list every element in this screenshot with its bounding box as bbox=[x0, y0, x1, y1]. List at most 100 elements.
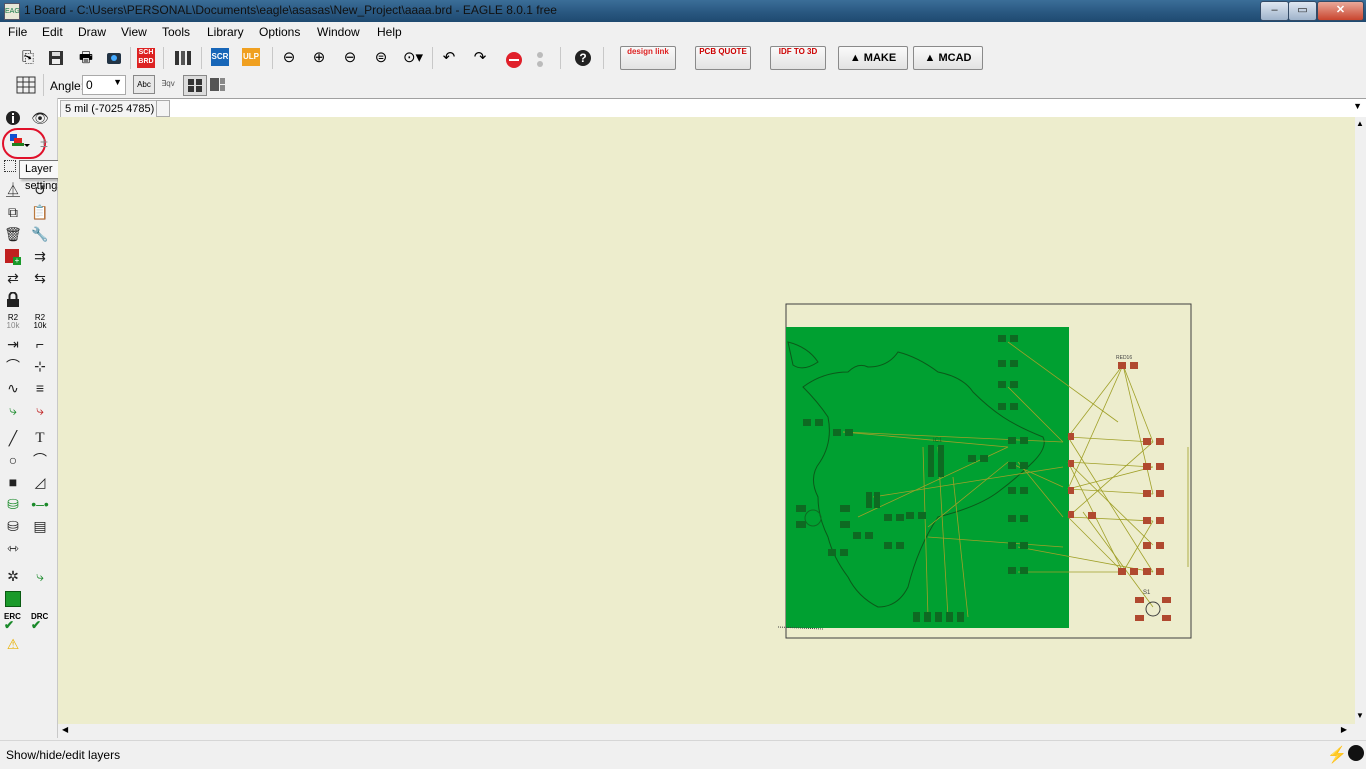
text-orientation-button[interactable]: Abc bbox=[133, 75, 155, 94]
copy-icon[interactable]: ⧉ bbox=[3, 202, 23, 222]
ulp-icon[interactable]: ULP bbox=[242, 48, 260, 66]
via-icon[interactable]: ⛁ bbox=[3, 494, 23, 514]
menu-options[interactable]: Options bbox=[259, 25, 300, 39]
go-icon[interactable] bbox=[537, 52, 543, 68]
redo-icon[interactable]: ↷ bbox=[468, 47, 492, 69]
cam-icon[interactable] bbox=[102, 47, 126, 69]
menu-view[interactable]: View bbox=[121, 25, 147, 39]
design-link-button[interactable]: design link bbox=[620, 46, 676, 70]
idf-to-3d-button[interactable]: IDF TO 3D bbox=[770, 46, 826, 70]
chevron-left-icon[interactable]: ◀ bbox=[62, 725, 68, 734]
open-icon[interactable]: ⎘ bbox=[16, 47, 40, 69]
info-icon[interactable] bbox=[3, 108, 23, 128]
erc-icon[interactable]: ERC ✔ bbox=[4, 612, 21, 631]
add-part-icon[interactable]: + bbox=[5, 249, 21, 265]
menu-file[interactable]: File bbox=[8, 25, 27, 39]
schematic-board-switch-icon[interactable]: SCH BRD bbox=[137, 48, 155, 68]
save-icon[interactable] bbox=[44, 47, 68, 69]
board-canvas[interactable]: S1 IC1 RED16 bbox=[58, 117, 1355, 724]
text-icon[interactable]: T bbox=[30, 428, 50, 448]
menu-library[interactable]: Library bbox=[207, 25, 244, 39]
value-icon[interactable]: R2 10k bbox=[32, 314, 48, 330]
wrench-icon[interactable]: 🔧 bbox=[30, 224, 50, 244]
zoom-fit-icon[interactable]: ⊖ bbox=[277, 47, 301, 69]
rectangle-icon[interactable]: ■ bbox=[3, 472, 23, 492]
menu-tools[interactable]: Tools bbox=[162, 25, 190, 39]
pcb-quote-button[interactable]: PCB QUOTE bbox=[695, 46, 751, 70]
layout-single-icon[interactable] bbox=[183, 75, 207, 96]
menu-draw[interactable]: Draw bbox=[78, 25, 106, 39]
help-icon[interactable]: ? bbox=[575, 50, 591, 66]
select-icon[interactable] bbox=[4, 160, 16, 172]
vertical-scrollbar[interactable]: ▲ ▼ bbox=[1355, 117, 1366, 724]
dimension-icon[interactable]: ⇿ bbox=[3, 538, 23, 558]
delete-icon[interactable]: 🗑 bbox=[3, 224, 23, 244]
gate-swap-icon[interactable]: ⇆ bbox=[30, 268, 50, 288]
make-button[interactable]: ▲ MAKE bbox=[838, 46, 908, 70]
stop-command-icon[interactable] bbox=[1348, 745, 1364, 761]
layer-settings-icon[interactable] bbox=[8, 132, 30, 150]
angle-value: 0 bbox=[86, 78, 93, 92]
meander-icon[interactable]: ∿ bbox=[3, 378, 23, 398]
chevron-up-icon[interactable]: ▲ bbox=[1356, 119, 1364, 128]
lightning-icon[interactable]: ⚡ bbox=[1327, 745, 1347, 765]
zoom-in-icon[interactable]: ⊕ bbox=[307, 47, 331, 69]
paste-icon[interactable]: 📋 bbox=[30, 202, 50, 222]
command-history-button[interactable] bbox=[156, 100, 170, 117]
mark-icon[interactable]: ± bbox=[34, 132, 54, 152]
grid-icon[interactable] bbox=[16, 76, 36, 94]
ripup-icon[interactable]: ⤷ bbox=[30, 400, 50, 420]
swap-icon[interactable]: ⇄ bbox=[3, 268, 23, 288]
angle-select[interactable]: 0 ▼ bbox=[82, 75, 126, 95]
maximize-button[interactable]: ▭ bbox=[1288, 1, 1317, 21]
eye-icon[interactable]: 👁 bbox=[30, 108, 50, 128]
chevron-right-icon[interactable]: ▶ bbox=[1341, 725, 1347, 734]
zoom-redraw-icon[interactable]: ⊜ bbox=[369, 47, 393, 69]
split-icon[interactable]: ⌒ bbox=[3, 356, 23, 376]
miter-icon[interactable]: ⌐ bbox=[30, 334, 50, 354]
stop-icon[interactable] bbox=[506, 52, 522, 68]
replace-icon[interactable]: ⇉ bbox=[30, 246, 50, 266]
signal-icon[interactable]: •–• bbox=[30, 494, 50, 514]
route-multiple-icon[interactable]: ≡ bbox=[30, 378, 50, 398]
line-icon[interactable]: ╱ bbox=[3, 428, 23, 448]
undo-icon[interactable]: ↶ bbox=[437, 47, 461, 69]
menu-edit[interactable]: Edit bbox=[42, 25, 63, 39]
mirror-icon[interactable]: ⏅ bbox=[3, 180, 23, 200]
chevron-down-icon[interactable]: ▼ bbox=[1356, 711, 1364, 720]
mirror-text-button[interactable]: ∃qv bbox=[158, 75, 178, 92]
horizontal-scrollbar[interactable]: ◀ ▶ bbox=[58, 724, 1355, 738]
mcad-button[interactable]: ▲ MCAD bbox=[913, 46, 983, 70]
smash-icon[interactable]: ⇥ bbox=[3, 334, 23, 354]
coordinate-display: 5 mil (-7025 4785) bbox=[60, 100, 160, 118]
rotate-icon[interactable]: ↺ bbox=[30, 180, 50, 200]
attribute-icon[interactable]: ▤ bbox=[30, 516, 50, 536]
command-input[interactable] bbox=[174, 99, 1344, 115]
lock-icon[interactable] bbox=[3, 290, 23, 310]
zoom-select-icon[interactable]: ⊙▾ bbox=[401, 47, 425, 69]
route-icon[interactable]: ⤷ bbox=[3, 400, 23, 420]
close-button[interactable]: ✕ bbox=[1317, 1, 1364, 21]
name-icon[interactable]: R2 10k bbox=[5, 314, 21, 330]
ratsnest-icon[interactable]: ✲ bbox=[3, 566, 23, 586]
arc-icon[interactable]: ⌒ bbox=[30, 450, 50, 470]
ic1-label: IC1 bbox=[933, 438, 943, 444]
minimize-button[interactable]: ‒ bbox=[1260, 1, 1289, 21]
layout-multi-icon[interactable] bbox=[207, 75, 227, 94]
optimize-icon[interactable]: ⊹ bbox=[30, 356, 50, 376]
hole-icon[interactable]: ⛁ bbox=[3, 516, 23, 536]
design-block-icon[interactable] bbox=[5, 591, 21, 607]
polygon-icon[interactable]: ◿ bbox=[30, 472, 50, 492]
zoom-out-icon[interactable]: ⊖ bbox=[338, 47, 362, 69]
menu-help[interactable]: Help bbox=[377, 25, 402, 39]
chevron-down-icon[interactable]: ▼ bbox=[1353, 101, 1362, 111]
library-icon[interactable] bbox=[171, 47, 195, 69]
app-icon[interactable]: EAG bbox=[4, 3, 20, 20]
script-icon[interactable]: SCR bbox=[211, 48, 229, 66]
drc-icon[interactable]: DRC ✔ bbox=[31, 612, 48, 631]
print-icon[interactable]: 🖶 bbox=[74, 47, 98, 69]
circle-icon[interactable]: ○ bbox=[3, 450, 23, 470]
warning-icon[interactable]: ⚠ bbox=[3, 634, 23, 654]
menu-window[interactable]: Window bbox=[317, 25, 360, 39]
autorouter-icon[interactable]: ⤷ bbox=[30, 566, 50, 586]
